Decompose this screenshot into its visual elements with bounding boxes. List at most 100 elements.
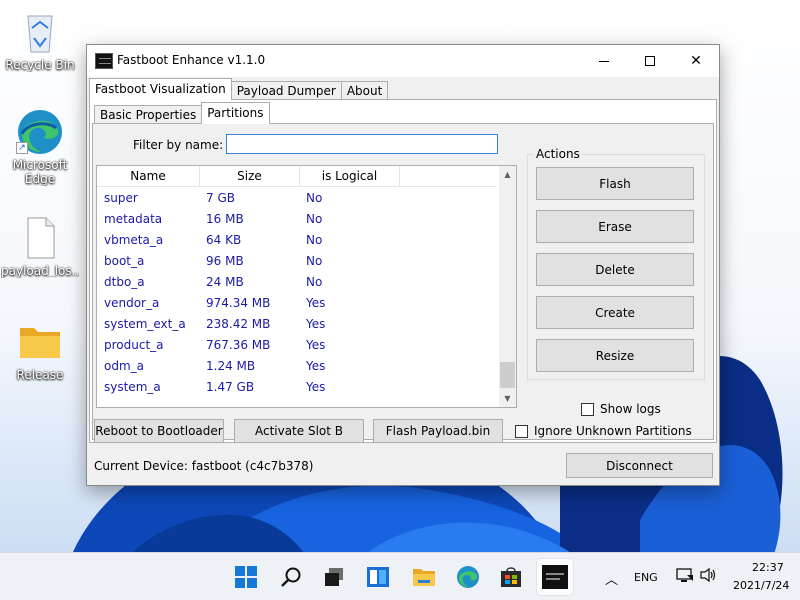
table-row[interactable]: odm_a 1.24 MB Yes: [97, 356, 497, 377]
clock-time[interactable]: 22:37: [752, 561, 784, 574]
delete-button[interactable]: Delete: [536, 253, 694, 286]
table-row[interactable]: system_ext_a 238.42 MB Yes: [97, 314, 497, 335]
minimize-button[interactable]: [581, 45, 627, 77]
store-icon[interactable]: [495, 561, 527, 593]
list-vertical-scrollbar[interactable]: ▲ ▼: [499, 166, 516, 407]
maximize-button[interactable]: [627, 45, 673, 77]
task-view-icon[interactable]: [318, 561, 350, 593]
cell-size: 238.42 MB: [206, 317, 271, 331]
checkbox-box: [581, 402, 594, 416]
tab-basic-properties[interactable]: Basic Properties: [94, 105, 203, 124]
cell-name: dtbo_a: [104, 275, 145, 289]
cell-name: metadata: [104, 212, 163, 226]
activate-slot-b-button[interactable]: Activate Slot B: [234, 419, 364, 443]
filter-label: Filter by name:: [133, 138, 224, 152]
edge-icon[interactable]: [452, 561, 484, 593]
title-bar[interactable]: Fastboot Enhance v1.1.0 ✕: [87, 45, 719, 77]
table-row[interactable]: dtbo_a 24 MB No: [97, 272, 497, 293]
column-header-is-logical[interactable]: is Logical: [300, 166, 400, 187]
cell-size: 974.34 MB: [206, 296, 271, 310]
ignore-unknown-partitions-label: Ignore Unknown Partitions: [534, 424, 692, 438]
table-row[interactable]: boot_a 96 MB No: [97, 251, 497, 272]
partitions-panel: Filter by name: Name Size is Logical sup…: [92, 123, 714, 440]
ignore-unknown-partitions-checkbox[interactable]: Ignore Unknown Partitions: [515, 424, 692, 438]
table-row[interactable]: product_a 767.36 MB Yes: [97, 335, 497, 356]
actions-group-title: Actions: [534, 147, 582, 161]
fastboot-enhance-window: Fastboot Enhance v1.1.0 ✕ Fastboot Visua…: [86, 44, 720, 486]
minimize-icon: [599, 60, 609, 62]
scroll-down-icon[interactable]: ▼: [499, 390, 516, 407]
sub-tab-strip: Basic Properties Partitions: [94, 102, 270, 124]
language-indicator[interactable]: ENG: [634, 571, 658, 584]
desktop-icon-recycle-bin[interactable]: Recycle Bin: [1, 8, 79, 72]
maximize-icon: [645, 56, 655, 66]
table-row[interactable]: vendor_a 974.34 MB Yes: [97, 293, 497, 314]
cell-logical: Yes: [306, 338, 326, 352]
erase-button[interactable]: Erase: [536, 210, 694, 243]
tab-partitions[interactable]: Partitions: [201, 102, 270, 124]
folder-icon: [16, 318, 64, 366]
cell-size: 64 KB: [206, 233, 242, 247]
checkbox-box: [515, 424, 528, 438]
cell-name: vbmeta_a: [104, 233, 164, 247]
desktop-icon-edge[interactable]: ↗ Microsoft Edge: [1, 108, 79, 186]
file-explorer-icon[interactable]: [408, 561, 440, 593]
window-client: Fastboot Visualization Payload Dumper Ab…: [87, 77, 719, 485]
partitions-list[interactable]: Name Size is Logical super 7 GB No metadat…: [96, 165, 517, 408]
column-header-name[interactable]: Name: [97, 166, 200, 187]
show-logs-checkbox[interactable]: Show logs: [581, 402, 661, 416]
cell-logical: Yes: [306, 317, 326, 331]
resize-button[interactable]: Resize: [536, 339, 694, 372]
tab-payload-dumper[interactable]: Payload Dumper: [230, 81, 342, 100]
fastboot-enhance-icon[interactable]: [537, 559, 573, 595]
scroll-up-icon[interactable]: ▲: [499, 166, 516, 183]
tab-about[interactable]: About: [340, 81, 389, 100]
windows-start-icon[interactable]: [230, 561, 262, 593]
actions-group: Actions Flash Erase Delete Create Resize: [527, 147, 705, 380]
column-header-size[interactable]: Size: [200, 166, 300, 187]
network-icon[interactable]: [676, 567, 694, 586]
recycle-bin-icon: [16, 8, 64, 56]
widgets-icon[interactable]: [362, 561, 394, 593]
close-icon: ✕: [690, 53, 702, 69]
cell-size: 96 MB: [206, 254, 244, 268]
flash-payload-button[interactable]: Flash Payload.bin: [373, 419, 503, 443]
create-button[interactable]: Create: [536, 296, 694, 329]
clock-date[interactable]: 2021/7/24: [733, 579, 789, 592]
desktop-icon-payload-file[interactable]: payload_los...: [1, 214, 79, 278]
cell-size: 1.47 GB: [206, 380, 255, 394]
table-row[interactable]: metadata 16 MB No: [97, 209, 497, 230]
fastboot-visualization-panel: Basic Properties Partitions Filter by na…: [89, 99, 717, 443]
close-button[interactable]: ✕: [673, 45, 719, 77]
desktop-icon-release-folder[interactable]: Release: [1, 318, 79, 382]
cell-logical: No: [306, 254, 323, 268]
filter-input[interactable]: [226, 134, 498, 154]
tab-fastboot-visualization[interactable]: Fastboot Visualization: [89, 78, 232, 100]
cell-name: product_a: [104, 338, 164, 352]
desktop-icon-label: Release: [16, 368, 64, 382]
cell-logical: No: [306, 212, 323, 226]
table-row[interactable]: vbmeta_a 64 KB No: [97, 230, 497, 251]
cell-size: 767.36 MB: [206, 338, 271, 352]
cell-logical: Yes: [306, 359, 326, 373]
desktop-icon-label: Recycle Bin: [5, 58, 75, 72]
disconnect-button[interactable]: Disconnect: [566, 453, 713, 478]
volume-icon[interactable]: [699, 567, 717, 586]
scroll-thumb[interactable]: [500, 362, 515, 388]
search-icon[interactable]: [275, 561, 307, 593]
reboot-to-bootloader-button[interactable]: Reboot to Bootloader: [94, 419, 224, 443]
cell-size: 1.24 MB: [206, 359, 256, 373]
cell-logical: No: [306, 275, 323, 289]
cell-size: 7 GB: [206, 191, 235, 205]
edge-icon: ↗: [16, 108, 64, 156]
table-row[interactable]: system_a 1.47 GB Yes: [97, 377, 497, 398]
flash-button[interactable]: Flash: [536, 167, 694, 200]
list-rows: super 7 GB No metadata 16 MB No vbmeta_a 64 K…: [97, 188, 497, 398]
window-title: Fastboot Enhance v1.1.0: [117, 53, 266, 67]
cell-size: 24 MB: [206, 275, 244, 289]
table-row[interactable]: super 7 GB No: [97, 188, 497, 209]
cell-logical: No: [306, 233, 323, 247]
show-hidden-icons-icon[interactable]: ︿: [605, 569, 618, 588]
cell-logical: Yes: [306, 380, 326, 394]
cell-name: vendor_a: [104, 296, 160, 310]
